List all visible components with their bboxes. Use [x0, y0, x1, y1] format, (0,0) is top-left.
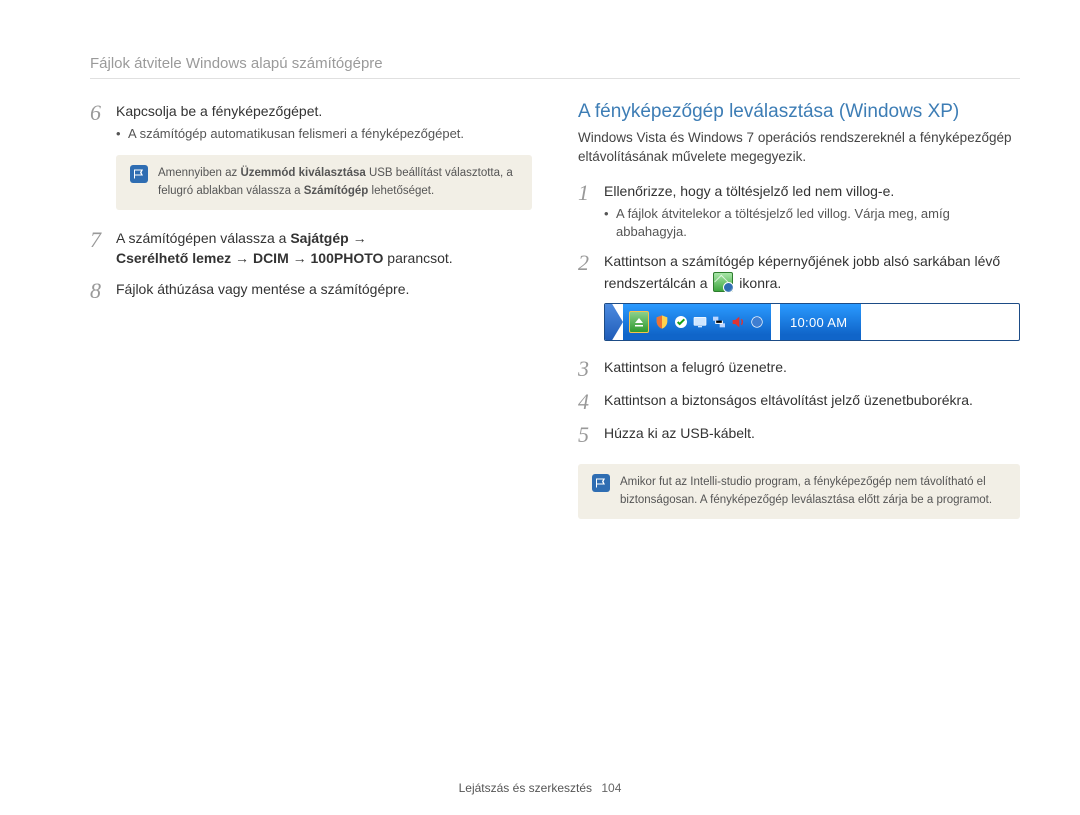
- step-8: 8 Fájlok áthúzása vagy mentése a számító…: [90, 279, 532, 302]
- tray-network-icon: [711, 314, 727, 330]
- step-body: Ellenőrizze, hogy a töltésjelző led nem …: [604, 181, 1020, 242]
- step-bullet: A fájlok átvitelekor a töltésjelző led v…: [604, 205, 1020, 241]
- step-body: Kapcsolja be a fényképezőgépet. A számít…: [116, 101, 532, 143]
- page-number: 104: [601, 781, 621, 795]
- content-columns: 6 Kapcsolja be a fényképezőgépet. A szám…: [90, 101, 1020, 537]
- section-intro: Windows Vista és Windows 7 operációs ren…: [578, 129, 1020, 167]
- step-body: Kattintson a felugró üzenetre.: [604, 357, 1020, 377]
- note-text: Amikor fut az Intelli-studio program, a …: [620, 474, 1006, 509]
- step-number: 7: [90, 228, 116, 251]
- taskbar-mock: 10:00 AM: [604, 303, 1020, 341]
- note-box-left: Amennyiben az Üzemmód kiválasztása USB b…: [116, 155, 532, 210]
- step-number: 8: [90, 279, 116, 302]
- step-body: Kattintson a számítógép képernyőjének jo…: [604, 251, 1020, 293]
- step-text: Kapcsolja be a fényképezőgépet.: [116, 103, 322, 119]
- system-tray: [623, 304, 771, 340]
- step-body: Kattintson a biztonságos eltávolítást je…: [604, 390, 1020, 410]
- step-body: Húzza ki az USB-kábelt.: [604, 423, 1020, 443]
- footer-label: Lejátszás és szerkesztés: [459, 781, 592, 795]
- step-body: Fájlok áthúzása vagy mentése a számítógé…: [116, 279, 532, 299]
- note-icon: [130, 165, 148, 183]
- page-header: Fájlok átvitele Windows alapú számítógép…: [90, 55, 1020, 79]
- page-footer: Lejátszás és szerkesztés 104: [0, 781, 1080, 795]
- step-6: 6 Kapcsolja be a fényképezőgépet. A szám…: [90, 101, 532, 143]
- tray-shield-icon: [654, 314, 670, 330]
- note-box-right: Amikor fut az Intelli-studio program, a …: [578, 464, 1020, 519]
- step-number: 2: [578, 251, 604, 274]
- step-number: 3: [578, 357, 604, 380]
- tray-check-icon: [673, 314, 689, 330]
- step-1: 1 Ellenőrizze, hogy a töltésjelző led ne…: [578, 181, 1020, 242]
- step-4: 4 Kattintson a biztonságos eltávolítást …: [578, 390, 1020, 413]
- step-7: 7 A számítógépen válassza a Sajátgép → C…: [90, 228, 532, 269]
- tray-separator: [775, 310, 776, 334]
- step-3: 3 Kattintson a felugró üzenetre.: [578, 357, 1020, 380]
- step-number: 4: [578, 390, 604, 413]
- tray-eject-icon: [629, 311, 649, 333]
- step-text: Ellenőrizze, hogy a töltésjelző led nem …: [604, 183, 894, 199]
- taskbar-wedge: [605, 304, 623, 340]
- step-bullet: A számítógép automatikusan felismeri a f…: [116, 125, 532, 143]
- tray-monitor-icon: [692, 314, 708, 330]
- note-text: Amennyiben az Üzemmód kiválasztása USB b…: [158, 165, 518, 200]
- tray-generic-icon: [749, 314, 765, 330]
- taskbar-clock: 10:00 AM: [780, 304, 861, 340]
- right-column: A fényképezőgép leválasztása (Windows XP…: [578, 101, 1020, 537]
- step-5: 5 Húzza ki az USB-kábelt.: [578, 423, 1020, 446]
- step-number: 6: [90, 101, 116, 124]
- note-icon: [592, 474, 610, 492]
- step-2: 2 Kattintson a számítógép képernyőjének …: [578, 251, 1020, 293]
- left-column: 6 Kapcsolja be a fényképezőgépet. A szám…: [90, 101, 532, 537]
- step-number: 1: [578, 181, 604, 204]
- step-body: A számítógépen válassza a Sajátgép → Cse…: [116, 228, 532, 269]
- section-title: A fényképezőgép leválasztása (Windows XP…: [578, 101, 1020, 123]
- step-number: 5: [578, 423, 604, 446]
- page: Fájlok átvitele Windows alapú számítógép…: [0, 0, 1080, 815]
- tray-volume-icon: [730, 314, 746, 330]
- safely-remove-icon: [713, 272, 733, 292]
